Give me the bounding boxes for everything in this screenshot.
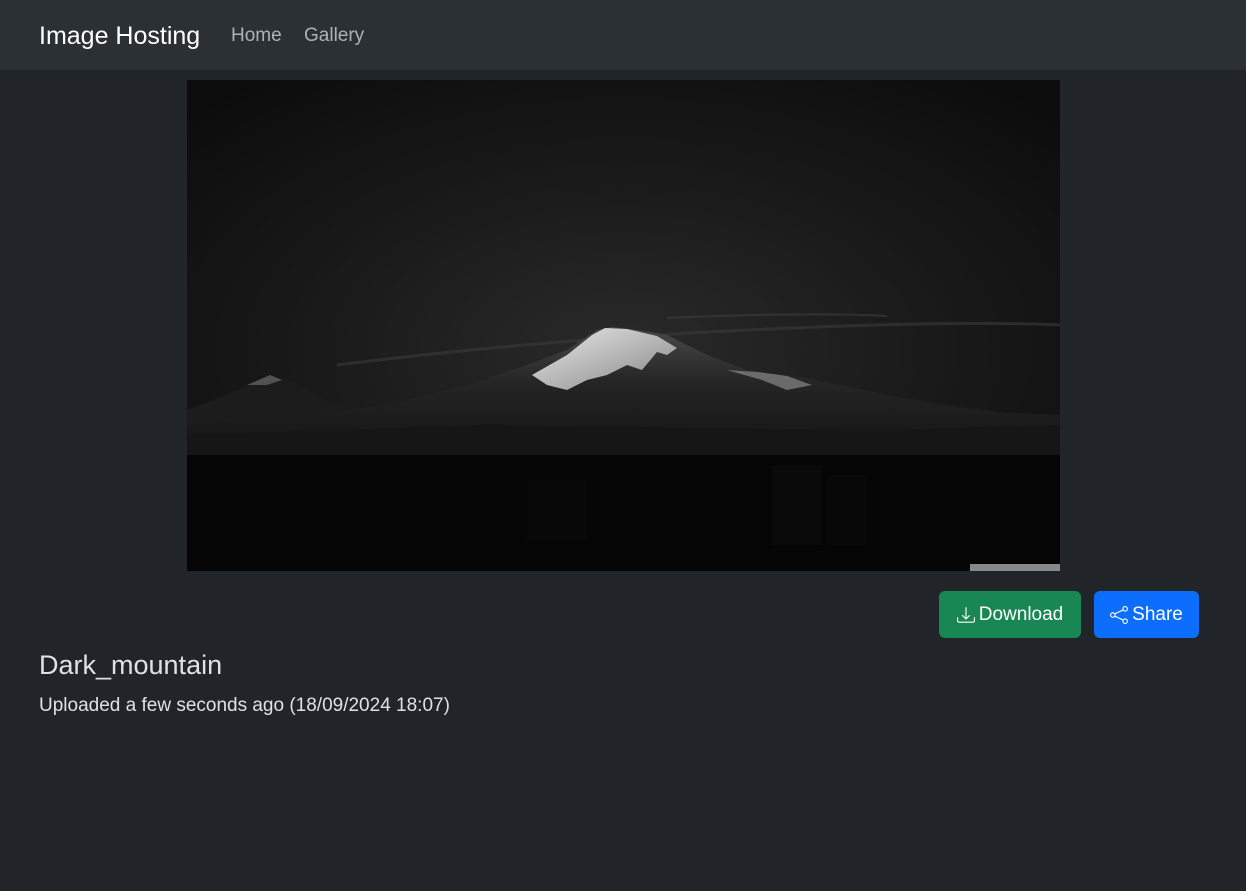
- mountain-photo: [187, 80, 1060, 571]
- brand-link[interactable]: Image Hosting: [39, 20, 200, 52]
- download-icon: [956, 606, 975, 624]
- share-label: Share: [1132, 603, 1183, 625]
- share-icon: [1110, 605, 1129, 624]
- share-button[interactable]: Share: [1094, 591, 1199, 638]
- nav-link-gallery[interactable]: Gallery: [304, 24, 364, 48]
- nav-link-home[interactable]: Home: [231, 24, 282, 48]
- upload-info: Uploaded a few seconds ago (18/09/2024 1…: [39, 695, 450, 716]
- download-button[interactable]: Download: [939, 591, 1081, 638]
- uploaded-image: [187, 80, 1060, 571]
- image-title: Dark_mountain: [39, 650, 223, 680]
- navbar: Image Hosting Home Gallery: [0, 0, 1246, 70]
- download-label: Download: [978, 603, 1064, 625]
